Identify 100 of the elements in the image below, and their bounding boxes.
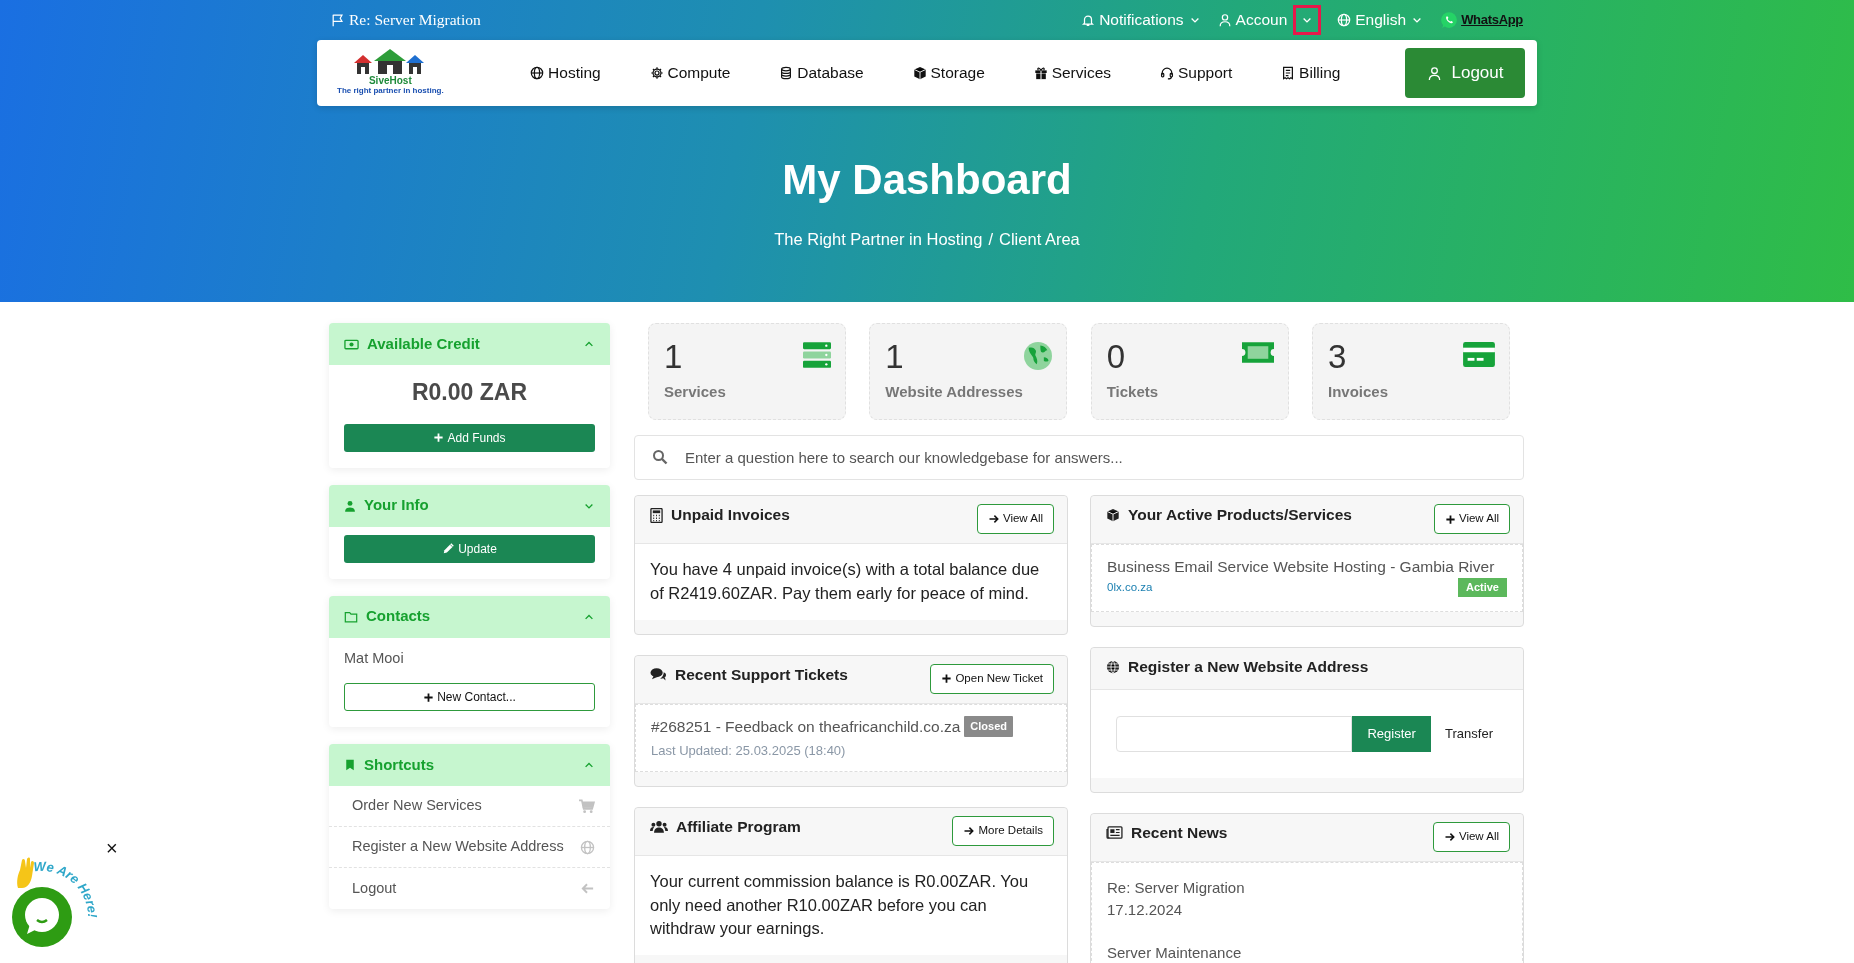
ticket-item[interactable]: #268251 - Feedback on theafricanchild.co.za Closed Last Updated: 25.03.2025 (18:40) (635, 703, 1067, 772)
stat-card[interactable]: 3 Invoices (1312, 323, 1510, 420)
announcement-link[interactable]: Re: Server Migration (331, 8, 481, 32)
chat-button[interactable] (12, 887, 72, 947)
view-button[interactable]: View All (976, 504, 1054, 534)
panel-title: Recent News (1106, 815, 1425, 850)
stat-count: 3 (1328, 340, 1347, 373)
stat-count: 0 (1106, 340, 1125, 373)
box-icon (1106, 508, 1120, 522)
chat-bubble-icon (1440, 11, 1459, 29)
transfer-button[interactable]: Transfer (1439, 723, 1499, 745)
logout-button[interactable]: Logout (1405, 48, 1525, 98)
users-icon (650, 820, 668, 834)
cart-icon (578, 798, 595, 814)
folder-icon (344, 609, 358, 624)
update-button[interactable]: Update (344, 534, 595, 563)
nav-link[interactable]: Storage (912, 61, 985, 85)
globe-icon (530, 66, 545, 80)
nav-link[interactable]: Billing (1281, 61, 1341, 85)
add-button[interactable]: New Contact... (344, 683, 595, 712)
add-button[interactable]: View All (1433, 504, 1510, 534)
flag-icon (331, 13, 345, 27)
panel-title: Affiliate Program (650, 809, 945, 844)
product-name: Business Email Service Website Hosting - Gambia River (1107, 557, 1496, 577)
view-button[interactable]: More Details (952, 815, 1054, 846)
nav-link[interactable]: Compute (649, 61, 731, 85)
newspaper-icon (1106, 826, 1123, 840)
globe-icon (580, 839, 595, 855)
globe-icon (1106, 659, 1120, 674)
headset-icon (1159, 66, 1174, 80)
news-title[interactable]: Server Maintenance (1107, 942, 1507, 963)
add-button[interactable]: Add Funds (344, 423, 595, 452)
news-date: 17.12.2024 (1107, 899, 1184, 920)
ticket-title: #268251 - Feedback on theafricanchild.co.za (651, 716, 961, 737)
nav-link[interactable]: Database (779, 61, 864, 85)
status-badge: Active (1457, 578, 1507, 597)
bell-icon (1081, 13, 1096, 27)
panel-title: Unpaid Invoices (650, 498, 969, 532)
arrow-right-icon (987, 513, 1000, 525)
product-item[interactable]: Business Email Service Website Hosting - Gambia River 0lx.co.za Active (1091, 544, 1523, 612)
shortcut-link[interactable]: Register a New Website Address (329, 827, 610, 869)
pencil-icon (442, 542, 456, 555)
page-title: My Dashboard (781, 155, 1073, 205)
server-icon (803, 342, 831, 368)
domain-link[interactable]: 0lx.co.za (1107, 578, 1153, 597)
domain-input[interactable] (1116, 715, 1353, 752)
whatsapp-link[interactable]: WhatsApp (1440, 10, 1523, 30)
stat-card[interactable]: 1 Services (648, 323, 846, 420)
panel-title: Your Active Products/Services (1106, 498, 1426, 532)
ticket-date: Last Updated: 25.03.2025 (18:40) (651, 742, 847, 761)
nav-link[interactable]: Services (1033, 61, 1112, 85)
shortcut-link[interactable]: Logout (329, 868, 610, 910)
plus-icon (423, 691, 435, 703)
plus-icon (433, 432, 445, 443)
panel-title: Register a New Website Address (1106, 649, 1510, 684)
breadcrumb-separator: / (988, 229, 994, 250)
shortcut-link[interactable]: Order New Services (329, 786, 610, 828)
status-badge: Closed (964, 716, 1014, 737)
globe-icon (1337, 13, 1352, 27)
stat-label: Tickets (1106, 382, 1160, 402)
register-button[interactable]: Register (1352, 715, 1432, 752)
gear-icon (649, 66, 664, 80)
stat-label: Services (664, 382, 727, 402)
search-icon (652, 449, 668, 465)
calculator-icon (650, 507, 663, 523)
credit-amount: R0.00 ZAR (410, 378, 528, 407)
nav-link[interactable]: Support (1159, 61, 1233, 85)
person-icon (344, 499, 356, 512)
breadcrumb-link[interactable]: The Right Partner in Hosting (774, 227, 983, 252)
view-button[interactable]: View All (1432, 821, 1510, 852)
gift-icon (1033, 66, 1048, 80)
bookmark-icon (344, 759, 356, 772)
arrow-right-icon (963, 824, 976, 837)
panel-title: Recent Support Tickets (650, 657, 923, 692)
arrow-right-icon (1443, 830, 1456, 843)
stat-count: 1 (885, 340, 904, 373)
nav-link[interactable]: Hosting (530, 61, 601, 85)
receipt-icon (1281, 66, 1296, 80)
stat-label: Invoices (1328, 382, 1389, 402)
user-icon (1217, 13, 1232, 27)
plus-icon (941, 673, 953, 685)
add-button[interactable]: Open New Ticket (930, 663, 1054, 694)
database-icon (779, 66, 794, 80)
stat-card[interactable]: 0 Tickets (1090, 323, 1289, 420)
panel-text: You have 4 unpaid invoice(s) with a total balance due of R2419.60ZAR. Pay them early for peace of mind. (635, 544, 1067, 620)
logo[interactable]: SiveHost The right partner in hosting. (335, 49, 446, 97)
panel-text: Your current commission balance is R0.00ZAR. You only need another R10.00ZAR before you can withdraw your earnings. (635, 855, 1067, 956)
stat-count: 1 (664, 340, 683, 373)
news-title[interactable]: Re: Server Migration (1107, 876, 1507, 899)
user-icon (1426, 65, 1442, 81)
close-button[interactable]: × (106, 838, 118, 858)
globe-icon (1024, 342, 1053, 370)
comments-icon (650, 667, 667, 683)
ticket-icon (1241, 342, 1274, 363)
stat-card[interactable]: 1 Website Addresses (869, 323, 1068, 420)
search-field[interactable]: Enter a question here to search our knowledgebase for answers... (634, 435, 1524, 480)
contact-name: Mat Mooi (343, 648, 405, 668)
cube-icon (912, 66, 927, 80)
stat-label: Website Addresses (885, 382, 1024, 402)
waving-hand-icon (17, 857, 34, 888)
